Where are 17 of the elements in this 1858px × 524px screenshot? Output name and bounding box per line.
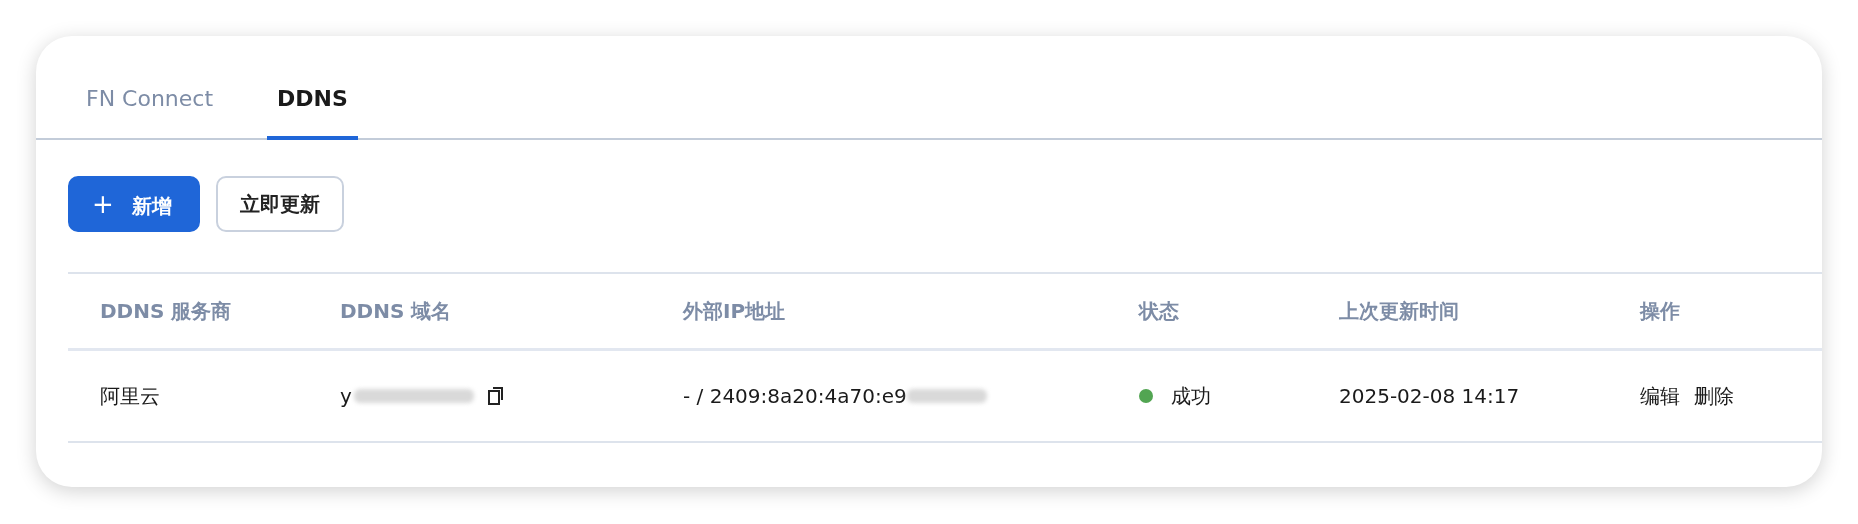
- action-link[interactable]: 删除: [1694, 382, 1734, 410]
- column-header: 外部IP地址: [681, 297, 787, 325]
- action-link[interactable]: 编辑: [1640, 382, 1680, 410]
- table-cell: y: [340, 384, 352, 408]
- table-cell: 2025-02-08 14:17: [1339, 384, 1520, 408]
- column-header: 状态: [1137, 297, 1180, 325]
- copy-icon[interactable]: [487, 386, 504, 406]
- column-header: 上次更新时间: [1338, 297, 1460, 325]
- column-header: DDNS 服务商: [99, 297, 233, 325]
- status-text: 成功: [1171, 382, 1211, 410]
- tab[interactable]: DDNS: [267, 36, 358, 140]
- update-button[interactable]: 立即更新: [215, 176, 344, 232]
- column-header: DDNS 域名: [339, 297, 453, 325]
- add-button[interactable]: + 新增: [68, 176, 200, 232]
- table-cell: - / 2409:8a20:4a70:e9: [683, 384, 907, 408]
- column-header: 操作: [1638, 297, 1681, 325]
- table-cell: 阿里云: [100, 382, 160, 410]
